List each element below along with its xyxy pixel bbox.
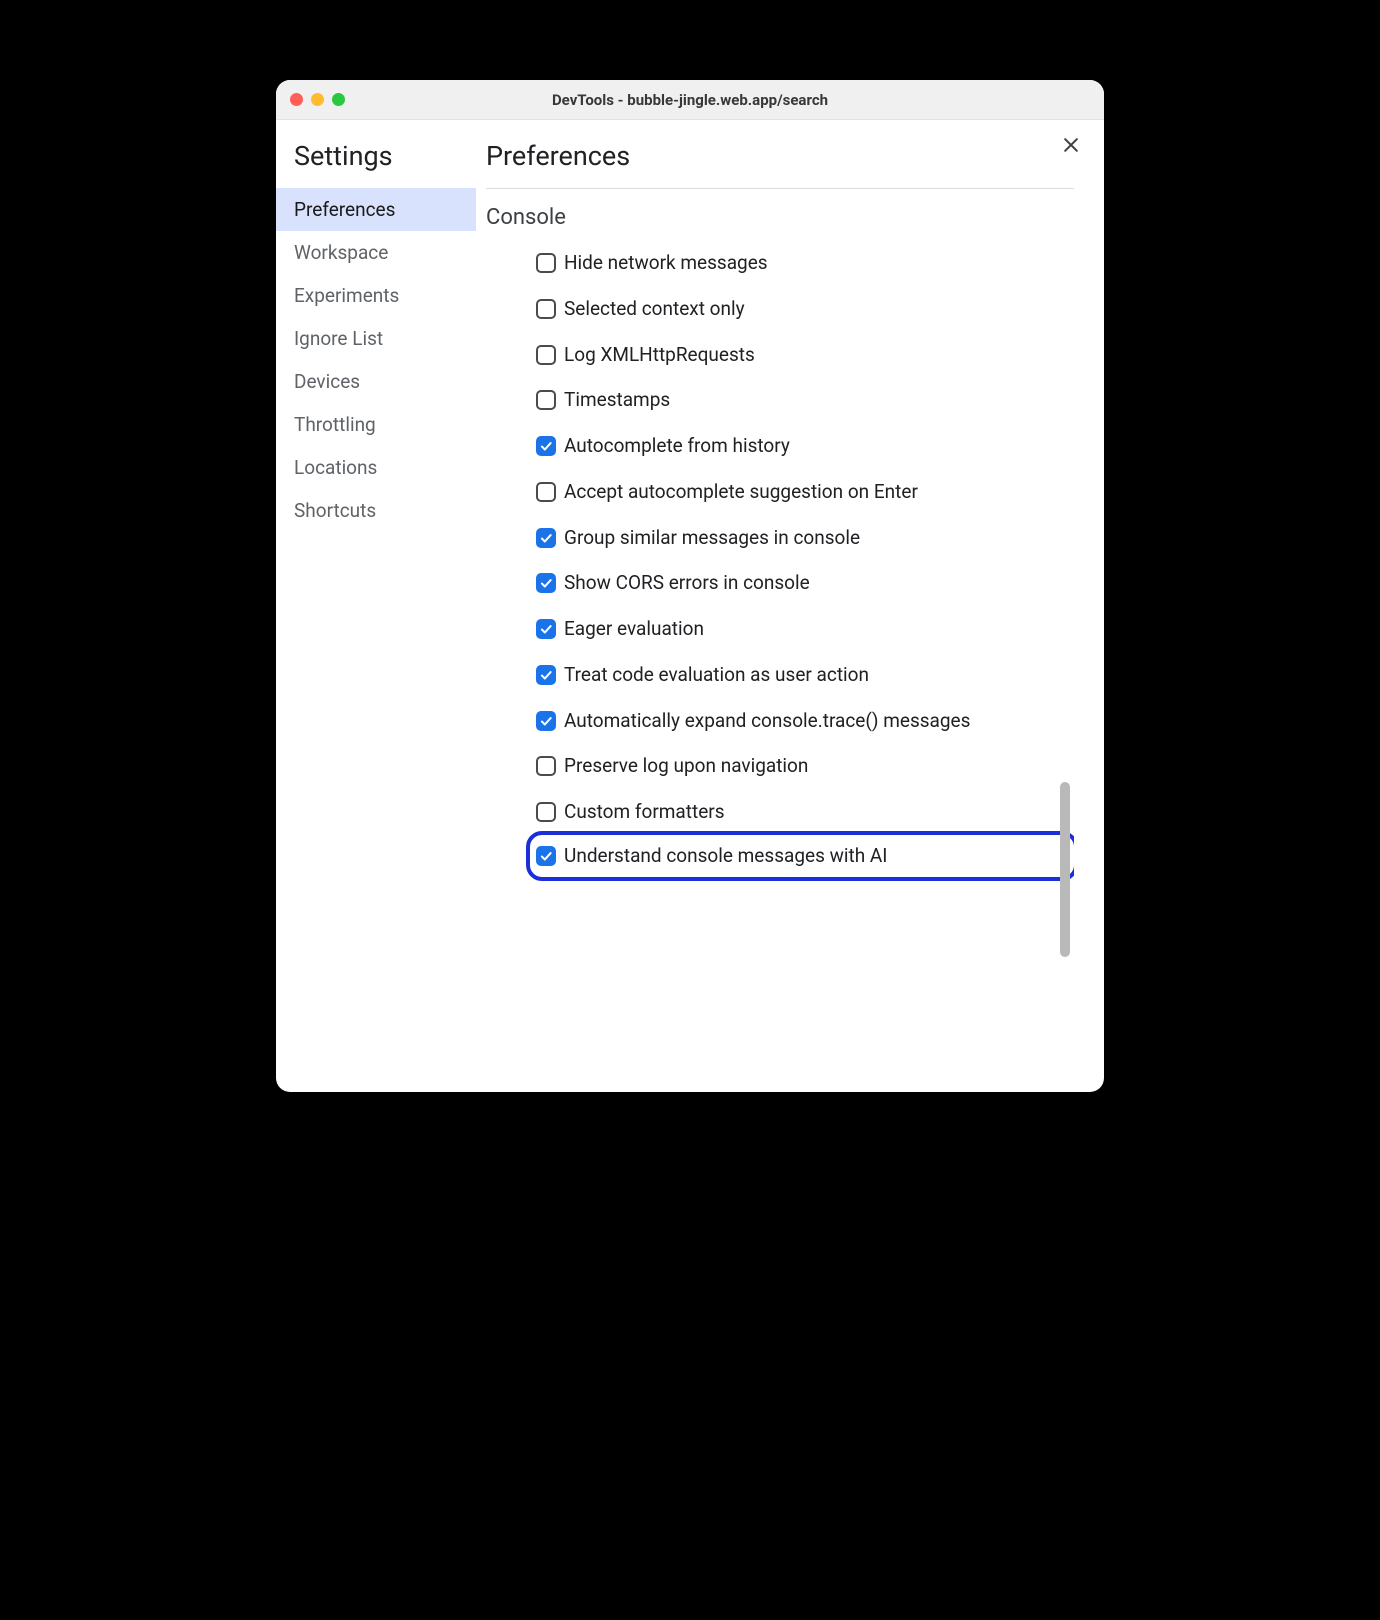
checkbox[interactable] xyxy=(536,436,556,456)
option-label[interactable]: Autocomplete from history xyxy=(564,434,790,458)
sidebar-title: Settings xyxy=(276,134,476,188)
window-zoom-button[interactable] xyxy=(332,93,345,106)
option-row: Show CORS errors in console xyxy=(530,560,1074,606)
option-label[interactable]: Group similar messages in console xyxy=(564,526,860,550)
option-row: Understand console messages with AI xyxy=(530,835,1074,877)
option-row: Accept autocomplete suggestion on Enter xyxy=(530,469,1074,515)
option-row: Timestamps xyxy=(530,377,1074,423)
option-label[interactable]: Treat code evaluation as user action xyxy=(564,663,869,687)
checkbox[interactable] xyxy=(536,253,556,273)
settings-content: Settings PreferencesWorkspaceExperiments… xyxy=(276,120,1104,1092)
option-row: Log XMLHttpRequests xyxy=(530,332,1074,378)
option-row: Hide network messages xyxy=(530,240,1074,286)
panel-title: Preferences xyxy=(486,134,1074,188)
checkbox[interactable] xyxy=(536,299,556,319)
option-row: Preserve log upon navigation xyxy=(530,743,1074,789)
option-label[interactable]: Log XMLHttpRequests xyxy=(564,343,755,367)
window-title: DevTools - bubble-jingle.web.app/search xyxy=(276,91,1104,109)
checkbox[interactable] xyxy=(536,390,556,410)
option-label[interactable]: Show CORS errors in console xyxy=(564,571,810,595)
titlebar: DevTools - bubble-jingle.web.app/search xyxy=(276,80,1104,120)
traffic-lights xyxy=(290,93,345,106)
checkbox[interactable] xyxy=(536,528,556,548)
checkbox[interactable] xyxy=(536,802,556,822)
option-row: Automatically expand console.trace() mes… xyxy=(530,698,1074,744)
option-label[interactable]: Automatically expand console.trace() mes… xyxy=(564,709,970,733)
option-label[interactable]: Understand console messages with AI xyxy=(564,844,887,868)
option-row: Autocomplete from history xyxy=(530,423,1074,469)
option-label[interactable]: Selected context only xyxy=(564,297,745,321)
settings-sidebar: Settings PreferencesWorkspaceExperiments… xyxy=(276,120,476,1092)
checkbox[interactable] xyxy=(536,573,556,593)
sidebar-item-ignore-list[interactable]: Ignore List xyxy=(276,317,476,360)
checkbox[interactable] xyxy=(536,482,556,502)
sidebar-item-workspace[interactable]: Workspace xyxy=(276,231,476,274)
checkbox[interactable] xyxy=(536,345,556,365)
option-label[interactable]: Eager evaluation xyxy=(564,617,704,641)
option-row: Custom formatters xyxy=(530,789,1074,835)
preferences-scroll-area[interactable]: Console Hide network messages Selected co… xyxy=(486,189,1074,1092)
option-row: Treat code evaluation as user action xyxy=(530,652,1074,698)
sidebar-item-locations[interactable]: Locations xyxy=(276,446,476,489)
option-label[interactable]: Hide network messages xyxy=(564,251,768,275)
checkbox[interactable] xyxy=(536,665,556,685)
option-label[interactable]: Custom formatters xyxy=(564,800,725,824)
sidebar-item-preferences[interactable]: Preferences xyxy=(276,188,476,231)
devtools-window: DevTools - bubble-jingle.web.app/search … xyxy=(276,80,1104,1092)
sidebar-item-throttling[interactable]: Throttling xyxy=(276,403,476,446)
sidebar-item-devices[interactable]: Devices xyxy=(276,360,476,403)
checkbox[interactable] xyxy=(536,756,556,776)
checkbox[interactable] xyxy=(536,619,556,639)
option-row: Selected context only xyxy=(530,286,1074,332)
option-label[interactable]: Timestamps xyxy=(564,388,670,412)
section-title-console: Console xyxy=(486,189,1074,240)
sidebar-item-experiments[interactable]: Experiments xyxy=(276,274,476,317)
option-row: Eager evaluation xyxy=(530,606,1074,652)
option-label[interactable]: Preserve log upon navigation xyxy=(564,754,808,778)
checkbox[interactable] xyxy=(536,846,556,866)
window-minimize-button[interactable] xyxy=(311,93,324,106)
scrollbar-thumb[interactable] xyxy=(1060,782,1070,957)
window-close-button[interactable] xyxy=(290,93,303,106)
console-options-list: Hide network messages Selected context on… xyxy=(486,240,1074,877)
sidebar-item-shortcuts[interactable]: Shortcuts xyxy=(276,489,476,532)
preferences-panel: Preferences Console Hide network message… xyxy=(476,120,1104,1092)
option-row: Group similar messages in console xyxy=(530,515,1074,561)
scrollbar-track[interactable] xyxy=(1058,249,1072,1082)
option-label[interactable]: Accept autocomplete suggestion on Enter xyxy=(564,480,918,504)
checkbox[interactable] xyxy=(536,711,556,731)
